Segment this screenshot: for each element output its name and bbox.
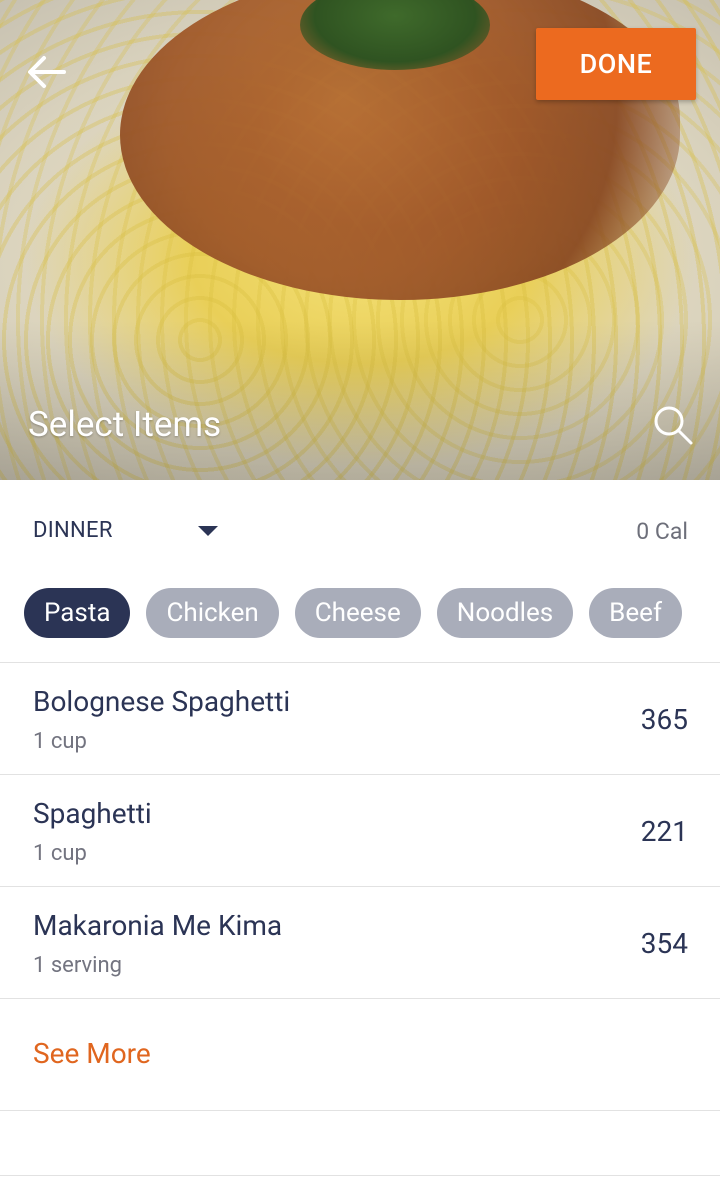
chip-pasta[interactable]: Pasta bbox=[24, 588, 131, 638]
chip-beef[interactable]: Beef bbox=[589, 588, 682, 638]
item-name: Bolognese Spaghetti bbox=[33, 685, 291, 718]
list-item[interactable]: Spaghetti 1 cup 221 bbox=[0, 774, 720, 886]
food-list: Bolognese Spaghetti 1 cup 365 Spaghetti … bbox=[0, 662, 720, 1176]
item-name: Makaronia Me Kima bbox=[33, 909, 283, 942]
see-more-row: See More bbox=[0, 998, 720, 1110]
item-calories: 221 bbox=[640, 815, 688, 848]
search-icon bbox=[654, 406, 693, 445]
chip-noodles[interactable]: Noodles bbox=[436, 588, 574, 638]
meal-dropdown-label: DINNER bbox=[33, 518, 113, 543]
chip-chicken[interactable]: Chicken bbox=[146, 588, 279, 638]
item-calories: 354 bbox=[640, 927, 688, 960]
item-portion: 1 serving bbox=[33, 953, 122, 978]
divider bbox=[0, 1110, 720, 1176]
arrow-left-icon bbox=[28, 56, 66, 88]
chip-cheese[interactable]: Cheese bbox=[294, 588, 421, 638]
see-more-link[interactable]: See More bbox=[33, 1037, 151, 1070]
page-title: Select Items bbox=[28, 404, 222, 445]
done-button[interactable]: DONE bbox=[536, 28, 696, 100]
item-name: Spaghetti bbox=[33, 797, 152, 830]
list-item[interactable]: Makaronia Me Kima 1 serving 354 bbox=[0, 886, 720, 998]
hero-image: DONE Select Items bbox=[0, 0, 720, 480]
category-chips: Pasta Chicken Cheese Noodles Beef bbox=[24, 588, 682, 638]
meal-dropdown[interactable]: DINNER bbox=[33, 518, 113, 543]
search-button[interactable] bbox=[648, 400, 698, 450]
back-button[interactable] bbox=[22, 50, 70, 94]
total-calories: 0 Cal bbox=[636, 518, 688, 545]
item-calories: 365 bbox=[640, 703, 688, 736]
item-portion: 1 cup bbox=[33, 841, 87, 866]
list-item[interactable]: Bolognese Spaghetti 1 cup 365 bbox=[0, 662, 720, 774]
chevron-down-icon[interactable] bbox=[198, 526, 218, 536]
item-portion: 1 cup bbox=[33, 729, 87, 754]
